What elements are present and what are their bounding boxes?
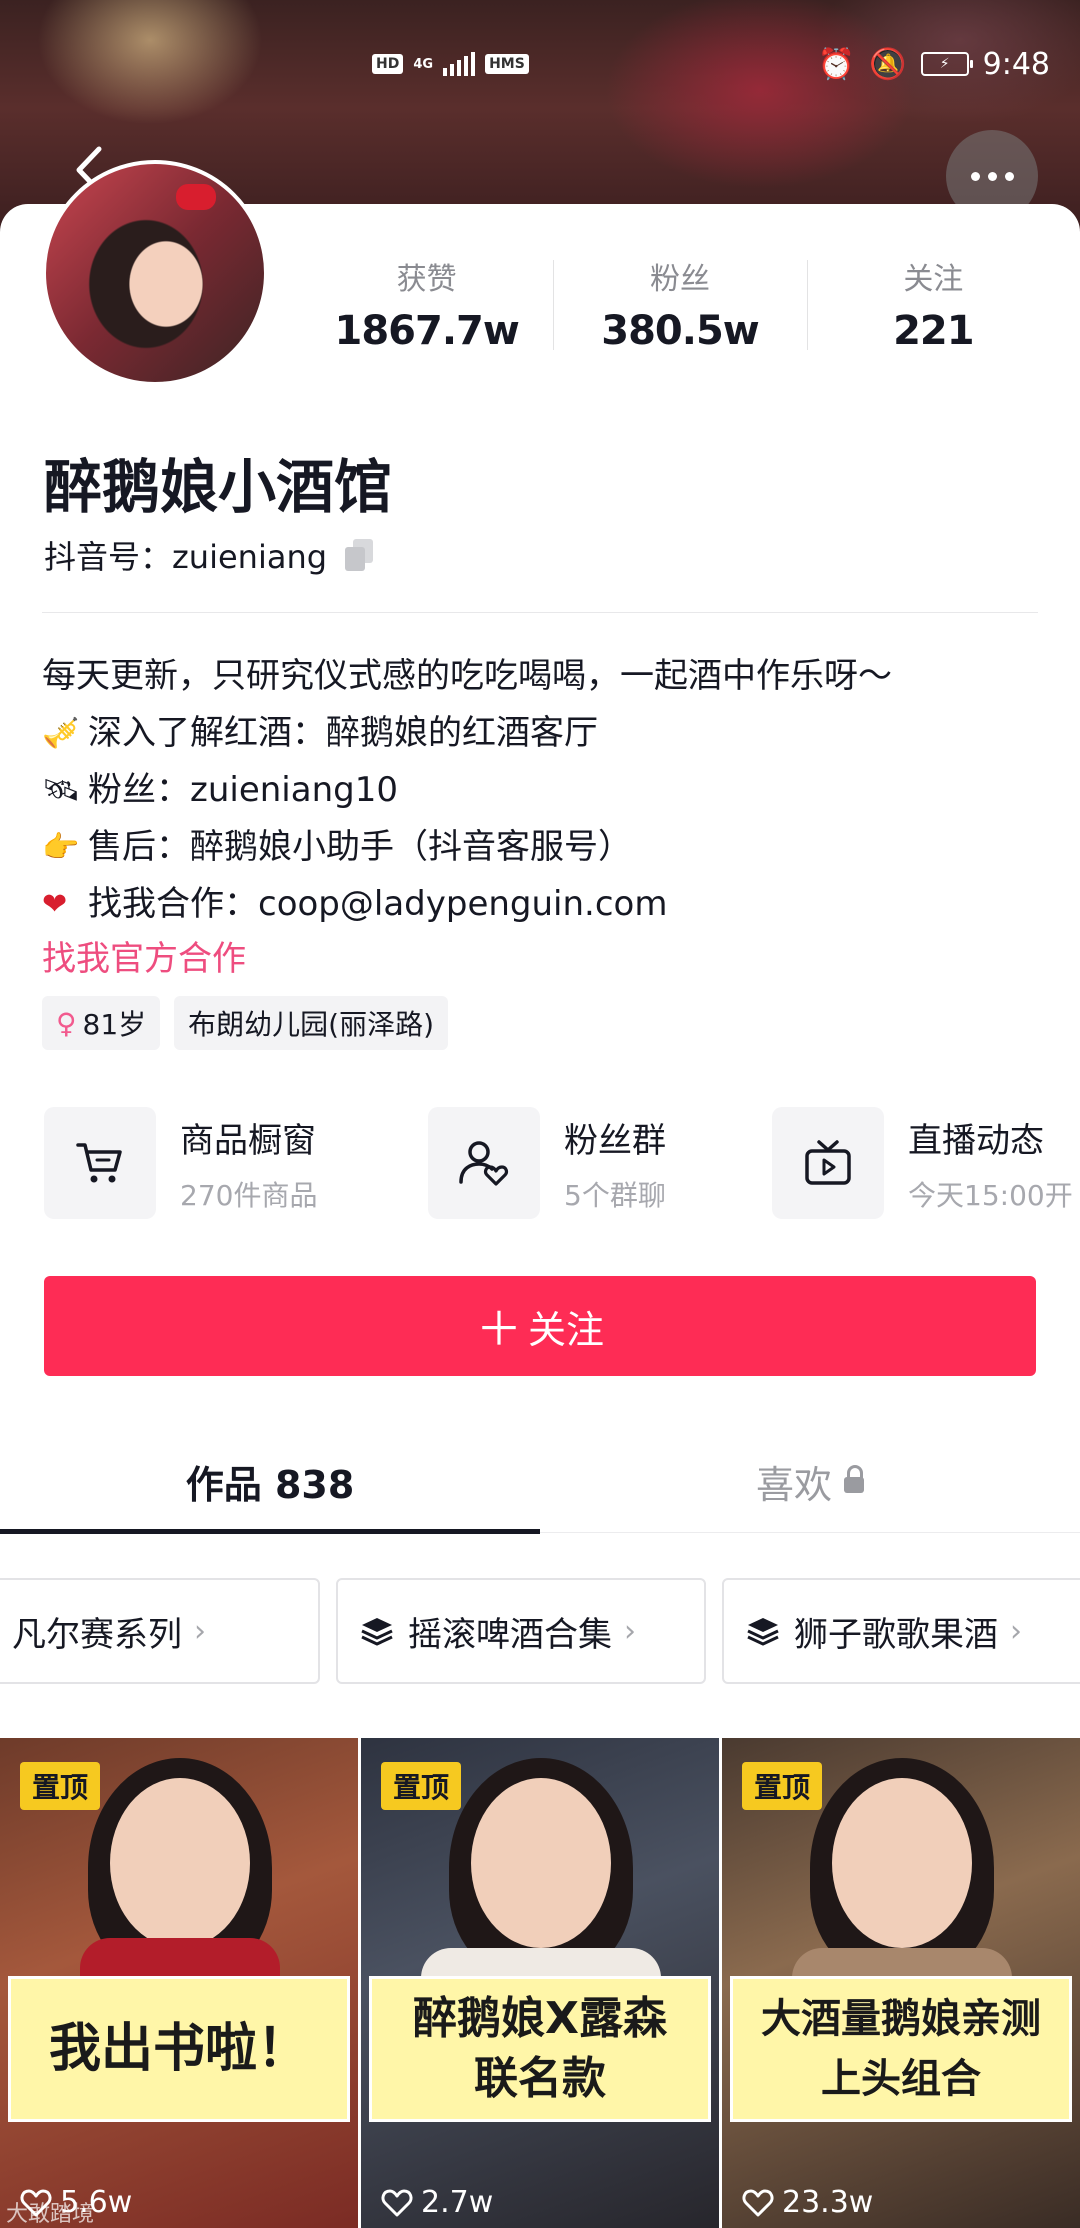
avatar[interactable] bbox=[42, 160, 268, 386]
female-icon: ♀ bbox=[56, 1006, 77, 1040]
video-thumbnail[interactable]: 置顶 我出书啦！ 5.6w 大敢踏境 bbox=[0, 1738, 358, 2228]
service-subtitle: 5个群聊 bbox=[564, 1178, 666, 1212]
plus-icon: ＋ bbox=[475, 1303, 522, 1355]
status-bar-left: HD 4G HMS bbox=[372, 44, 529, 84]
stack-icon bbox=[361, 1618, 393, 1646]
profile-stats: 获赞 1867.7w 粉丝 380.5w 关注 221 bbox=[300, 254, 1060, 364]
bio-text: 找我合作：coop@ladypenguin.com bbox=[88, 884, 668, 924]
profile-bio: 每天更新，只研究仪式感的吃吃喝喝，一起酒中作乐呀～ 🎺 深入了解红酒：醉鹅娘的红酒… bbox=[42, 648, 1052, 988]
pointing-hand-icon: 👉 bbox=[42, 830, 80, 865]
profile-tags: ♀ 81岁 布朗幼儿园(丽泽路) bbox=[42, 996, 449, 1050]
satellite-icon: 🛰 bbox=[42, 773, 81, 808]
chevron-right-icon: › bbox=[1010, 1613, 1022, 1649]
tab-label: 喜欢 bbox=[755, 1462, 832, 1507]
collection-label: 狮子歌歌果酒 bbox=[794, 1614, 998, 1655]
service-subtitle: 270件商品 bbox=[180, 1178, 318, 1212]
tab-label: 作品 838 bbox=[185, 1462, 355, 1507]
bio-line: 🛰 粉丝：zuieniang10 bbox=[42, 762, 1052, 819]
profile-name: 醉鹅娘小酒馆 bbox=[44, 453, 393, 521]
content-tabs: 作品 838 喜欢 bbox=[0, 1430, 1080, 1534]
service-title: 商品橱窗 bbox=[180, 1120, 316, 1161]
bio-line: 🎺 深入了解红酒：醉鹅娘的红酒客厅 bbox=[42, 705, 1052, 762]
collections-row: 凡尔赛系列 › 摇滚啤酒合集 › 狮子歌歌果酒 › bbox=[0, 1578, 1080, 1688]
stat-followers[interactable]: 粉丝 380.5w bbox=[553, 254, 806, 364]
stack-icon bbox=[747, 1618, 779, 1646]
video-grid: 置顶 我出书啦！ 5.6w 大敢踏境 置顶 醉鹅娘X露森 联名款 2.7w 置顶… bbox=[0, 1738, 1080, 2228]
tab-works[interactable]: 作品 838 bbox=[0, 1430, 540, 1534]
bio-text: 售后：醉鹅娘小助手（抖音客服号） bbox=[88, 827, 632, 867]
video-caption: 醉鹅娘X露森 联名款 bbox=[369, 1976, 711, 2122]
douyin-id-text: 抖音号：zuieniang bbox=[44, 538, 328, 576]
collection-label: 摇滚啤酒合集 bbox=[408, 1614, 612, 1655]
collection-chip[interactable]: 凡尔赛系列 › bbox=[0, 1578, 320, 1684]
video-likes: 23.3w bbox=[742, 2185, 873, 2220]
age-tag: ♀ 81岁 bbox=[42, 996, 161, 1050]
collection-chip[interactable]: 狮子歌歌果酒 › bbox=[722, 1578, 1080, 1684]
pinned-badge: 置顶 bbox=[20, 1762, 101, 1810]
location-tag[interactable]: 布朗幼儿园(丽泽路) bbox=[174, 996, 449, 1050]
video-thumbnail[interactable]: 置顶 醉鹅娘X露森 联名款 2.7w bbox=[361, 1738, 719, 2228]
follow-button[interactable]: ＋ 关注 bbox=[44, 1276, 1036, 1376]
live-tv-icon bbox=[772, 1107, 884, 1219]
fans-group-icon bbox=[428, 1107, 540, 1219]
bio-text: 粉丝：zuieniang10 bbox=[88, 770, 398, 810]
video-caption: 大酒量鹅娘亲测 上头组合 bbox=[730, 1976, 1072, 2122]
bio-text: 深入了解红酒：醉鹅娘的红酒客厅 bbox=[88, 713, 598, 753]
official-cooperation-link[interactable]: 找我官方合作 bbox=[42, 931, 1052, 988]
stat-value: 221 bbox=[893, 308, 974, 354]
bio-line: 每天更新，只研究仪式感的吃吃喝喝，一起酒中作乐呀～ bbox=[42, 648, 1052, 705]
service-title: 粉丝群 bbox=[564, 1120, 666, 1161]
status-bar-right: ⏰ 🔕 ⚡ 9:48 bbox=[818, 44, 1050, 84]
likes-count: 23.3w bbox=[782, 2185, 874, 2220]
video-likes: 2.7w bbox=[381, 2185, 493, 2220]
lock-icon bbox=[844, 1465, 864, 1493]
stat-value: 1867.7w bbox=[334, 308, 520, 354]
trumpet-icon: 🎺 bbox=[42, 716, 80, 751]
divider bbox=[42, 612, 1038, 613]
collection-label: 凡尔赛系列 bbox=[12, 1614, 182, 1655]
service-subtitle: 今天15:00开 bbox=[908, 1178, 1073, 1212]
bio-line: ❤ 找我合作：coop@ladypenguin.com bbox=[42, 876, 1052, 933]
follow-label: 关注 bbox=[527, 1309, 604, 1352]
stat-label: 粉丝 bbox=[649, 262, 710, 297]
stat-likes[interactable]: 获赞 1867.7w bbox=[300, 254, 553, 364]
stat-following[interactable]: 关注 221 bbox=[806, 254, 1060, 364]
bio-text: 每天更新，只研究仪式感的吃吃喝喝，一起酒中作乐呀～ bbox=[42, 656, 892, 696]
video-thumbnail[interactable]: 置顶 大酒量鹅娘亲测 上头组合 23.3w bbox=[722, 1738, 1080, 2228]
network-type: 4G bbox=[413, 56, 434, 72]
chevron-right-icon: › bbox=[194, 1613, 206, 1649]
stat-label: 获赞 bbox=[396, 262, 457, 297]
age-text: 81岁 bbox=[82, 1008, 147, 1041]
video-caption: 我出书啦！ bbox=[8, 1976, 350, 2122]
pinned-badge: 置顶 bbox=[381, 1762, 462, 1810]
mute-icon: 🔕 bbox=[869, 46, 907, 82]
chevron-right-icon: › bbox=[624, 1613, 636, 1649]
fans-group-entry[interactable]: 粉丝群 5个群聊 bbox=[428, 1106, 772, 1220]
status-time: 9:48 bbox=[982, 46, 1050, 82]
hd-badge: HD bbox=[372, 54, 404, 74]
tab-likes[interactable]: 喜欢 bbox=[540, 1430, 1080, 1532]
stat-value: 380.5w bbox=[601, 308, 759, 354]
douyin-id-row: 抖音号：zuieniang bbox=[44, 532, 375, 578]
live-updates-entry[interactable]: 直播动态 今天15:00开 bbox=[772, 1106, 1073, 1220]
heart-icon: ❤ bbox=[42, 887, 68, 922]
heart-outline-icon bbox=[742, 2189, 774, 2216]
hms-badge: HMS bbox=[485, 54, 529, 74]
copy-icon[interactable] bbox=[343, 539, 375, 571]
bio-line: 👉 售后：醉鹅娘小助手（抖音客服号） bbox=[42, 819, 1052, 876]
signal-icon bbox=[443, 52, 476, 76]
likes-count: 2.7w bbox=[421, 2185, 494, 2220]
services-row: 商品橱窗 270件商品 粉丝群 5个群聊 直播动态 今天15:00开 bbox=[44, 1106, 1080, 1220]
cart-icon bbox=[44, 1107, 156, 1219]
collection-chip[interactable]: 摇滚啤酒合集 › bbox=[336, 1578, 706, 1684]
heart-outline-icon bbox=[381, 2189, 413, 2216]
stat-label: 关注 bbox=[903, 262, 964, 297]
battery-charging-icon: ⚡ bbox=[920, 52, 973, 76]
shop-window-entry[interactable]: 商品橱窗 270件商品 bbox=[44, 1106, 428, 1220]
alarm-icon: ⏰ bbox=[817, 46, 856, 82]
watermark: 大敢踏境 bbox=[6, 2202, 95, 2227]
pinned-badge: 置顶 bbox=[742, 1762, 823, 1810]
service-title: 直播动态 bbox=[908, 1120, 1044, 1161]
